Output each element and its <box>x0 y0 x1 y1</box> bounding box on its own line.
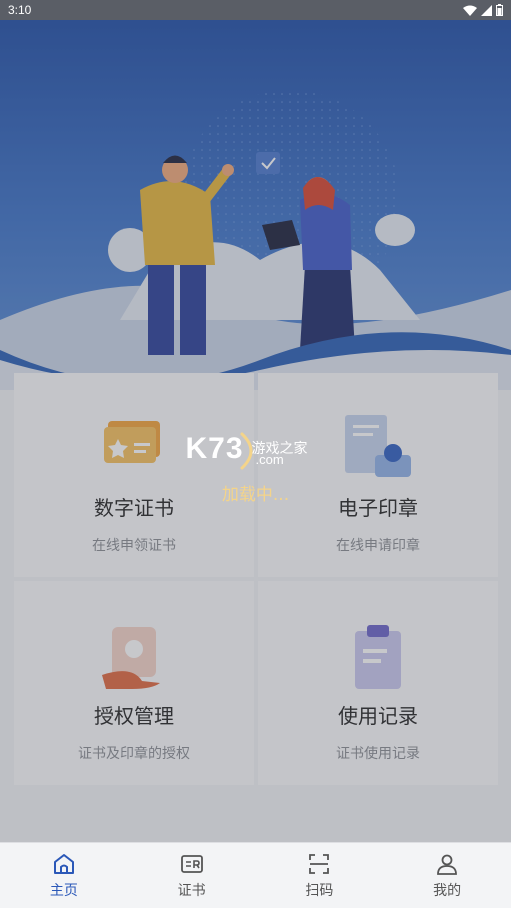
home-icon <box>53 853 74 874</box>
signal-icon <box>481 4 492 16</box>
tab-scan[interactable]: 扫码 <box>256 843 384 908</box>
hero-banner <box>0 20 511 390</box>
scan-icon <box>309 853 330 874</box>
tab-certificate[interactable]: 证书 <box>128 843 256 908</box>
wifi-icon <box>463 5 477 16</box>
tab-home[interactable]: 主页 <box>0 843 128 908</box>
logo-com: .com <box>255 452 284 467</box>
tab-label: 扫码 <box>305 882 334 899</box>
certificate-icon <box>180 854 203 873</box>
battery-icon <box>496 4 503 16</box>
tab-label: 证书 <box>177 882 206 899</box>
card-authorization[interactable]: 授权管理 证书及印章的授权 <box>14 581 254 785</box>
card-usage-records[interactable]: 使用记录 证书使用记录 <box>258 581 498 785</box>
status-icons <box>463 4 503 16</box>
bottom-tabbar: 主页 证书 扫码 我的 <box>0 842 511 908</box>
tab-label: 主页 <box>49 882 78 899</box>
card-title: 使用记录 <box>338 704 418 728</box>
tab-label: 我的 <box>433 882 462 899</box>
status-time: 3:10 <box>8 3 32 17</box>
card-subtitle: 在线申领证书 <box>92 538 176 554</box>
card-subtitle: 证书使用记录 <box>336 746 420 762</box>
watermark-logo: K73 游戏之家 .com <box>186 430 326 472</box>
loading-text: 加载中... <box>221 485 290 505</box>
loading-indicator: K73 游戏之家 .com 加载中... <box>0 430 511 505</box>
user-icon <box>437 854 458 875</box>
logo-text: K73 <box>185 432 244 465</box>
status-bar: 3:10 <box>0 0 511 20</box>
authorization-icon <box>102 627 160 689</box>
card-subtitle: 在线申请印章 <box>336 538 420 554</box>
clipboard-icon <box>355 625 401 689</box>
tab-profile[interactable]: 我的 <box>383 843 511 908</box>
card-subtitle: 证书及印章的授权 <box>78 746 190 762</box>
card-title: 授权管理 <box>94 704 174 728</box>
hero-illustration <box>0 90 511 390</box>
